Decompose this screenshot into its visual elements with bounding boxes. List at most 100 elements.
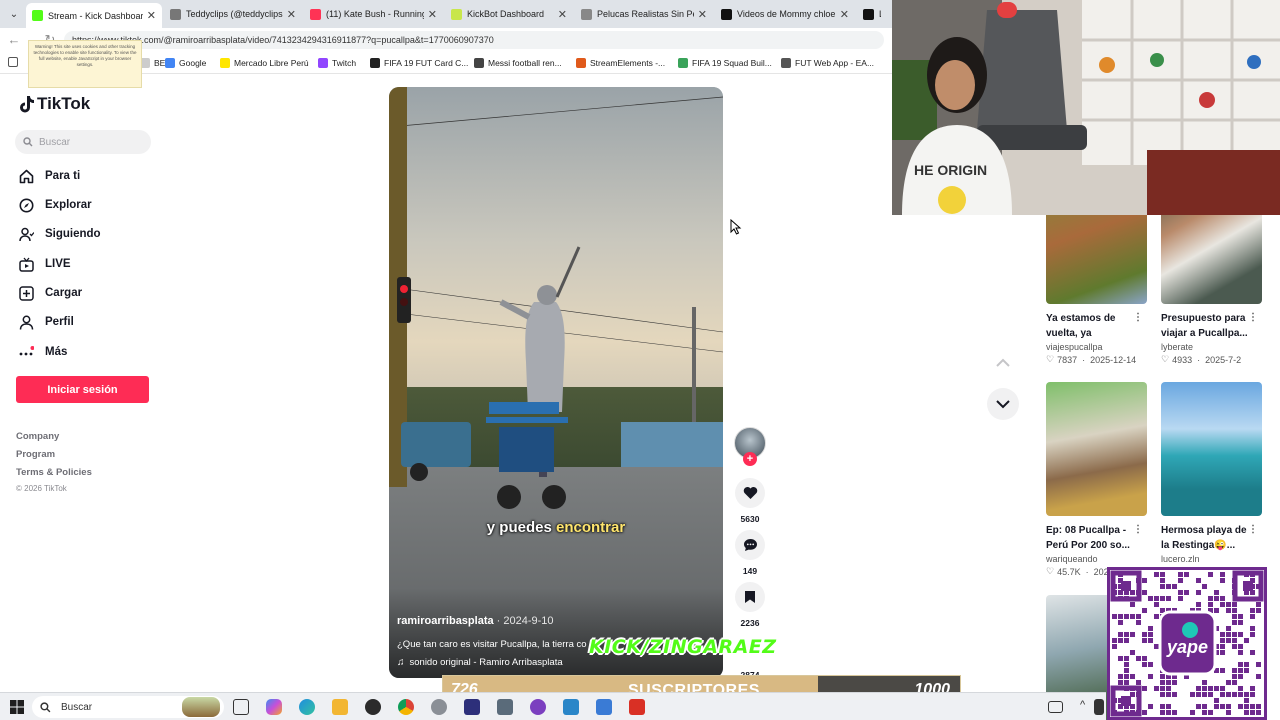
nav-label: Más bbox=[45, 346, 68, 358]
nav-item-live[interactable]: LIVE bbox=[18, 254, 71, 274]
file-explorer-icon[interactable] bbox=[332, 699, 348, 715]
bookmark-item[interactable]: FIFA 19 Squad Buil... bbox=[678, 56, 772, 70]
network-icon[interactable] bbox=[1094, 699, 1104, 715]
bookmark-item[interactable]: Messi football ren... bbox=[474, 56, 562, 70]
video-author[interactable]: ramiroarribasplata · 2024-9-10 bbox=[397, 615, 554, 627]
app-icon[interactable] bbox=[629, 699, 645, 715]
more-options-icon[interactable]: ⋮ bbox=[1133, 524, 1143, 535]
browser-tab[interactable]: Lo bbox=[857, 3, 887, 25]
back-icon[interactable]: ← bbox=[6, 32, 22, 48]
copilot-icon[interactable] bbox=[266, 699, 282, 715]
nav-item-mas[interactable]: Más bbox=[18, 342, 67, 362]
bookmark-item[interactable]: Twitch bbox=[318, 56, 356, 70]
tab-close-icon[interactable]: ✕ bbox=[287, 8, 296, 21]
tab-close-icon[interactable]: ✕ bbox=[147, 9, 156, 22]
browser-tab[interactable]: Teddyclips (@teddyclips2) | ✕ bbox=[164, 3, 302, 25]
task-view-icon[interactable] bbox=[233, 699, 249, 715]
related-video-card[interactable]: Ep: 08 Pucallpa - Perú Por 200 so... ⋮ w… bbox=[1046, 382, 1147, 577]
heart-outline-icon: ♡ bbox=[1161, 354, 1170, 364]
chevron-up-icon[interactable]: ^ bbox=[1080, 699, 1085, 711]
next-video-button[interactable] bbox=[987, 388, 1019, 420]
video-player[interactable]: y puedes encontrar ramiroarribasplata · … bbox=[389, 87, 723, 678]
save-button[interactable] bbox=[735, 582, 765, 612]
tab-favicon-icon bbox=[310, 8, 321, 20]
bookmark-label: Messi football ren... bbox=[488, 58, 562, 68]
search-input[interactable]: Buscar bbox=[15, 130, 151, 154]
app-icon[interactable] bbox=[596, 699, 612, 715]
heart-outline-icon: ♡ bbox=[1046, 566, 1055, 576]
related-author: viajespucallpa bbox=[1046, 342, 1103, 352]
taskbar-search[interactable]: Buscar bbox=[32, 696, 224, 718]
app-icon[interactable] bbox=[365, 699, 381, 715]
qr-pattern: yape bbox=[1110, 570, 1264, 717]
url-field[interactable]: https://www.tiktok.com/@ramiroarribaspla… bbox=[64, 31, 884, 49]
bookmarks-menu-icon[interactable] bbox=[8, 57, 18, 67]
tab-list-dropdown-icon[interactable]: ⌄ bbox=[4, 4, 24, 24]
nav-item-cargar[interactable]: Cargar bbox=[18, 283, 82, 303]
follow-plus-icon[interactable]: + bbox=[743, 452, 757, 466]
bookmark-item[interactable]: Mercado Libre Perú bbox=[220, 56, 309, 70]
windows-start-icon[interactable] bbox=[10, 700, 24, 714]
tab-close-icon[interactable]: ✕ bbox=[698, 8, 707, 21]
more-options-icon[interactable]: ⋮ bbox=[1133, 312, 1143, 323]
bookmark-favicon-icon bbox=[474, 58, 484, 68]
comment-count: 149 bbox=[742, 566, 758, 576]
like-button[interactable] bbox=[735, 478, 765, 508]
tab-title: KickBot Dashboard bbox=[467, 9, 545, 19]
tab-title: Teddyclips (@teddyclips2) | bbox=[186, 9, 283, 19]
video-description[interactable]: ¿Que tan caro es visitar Pucallpa, la ti… bbox=[397, 639, 597, 650]
bookmark-item[interactable]: FIFA 19 FUT Card C... bbox=[370, 56, 468, 70]
edge-browser-icon[interactable] bbox=[299, 699, 315, 715]
browser-tab[interactable]: KickBot Dashboard ✕ bbox=[445, 3, 573, 25]
bookmark-item[interactable]: FUT Web App - EA... bbox=[781, 56, 874, 70]
comment-icon bbox=[743, 539, 757, 551]
video-sound[interactable]: ♫ sonido original - Ramiro Arribasplata bbox=[397, 657, 563, 668]
browser-tab[interactable]: Pelucas Realistas Sin Pegam ✕ bbox=[575, 3, 713, 25]
nav-label: Para ti bbox=[45, 170, 81, 182]
footer-link-company[interactable]: Company bbox=[16, 431, 59, 442]
chrome-icon[interactable] bbox=[398, 699, 414, 715]
related-video-card[interactable]: Hermosa playa de la Restinga😜... ⋮ lucer… bbox=[1161, 382, 1262, 564]
nav-item-explorar[interactable]: Explorar bbox=[18, 195, 92, 215]
nav-item-para-ti[interactable]: Para ti bbox=[18, 166, 80, 186]
music-note-icon: ♫ bbox=[397, 657, 405, 668]
settings-icon[interactable] bbox=[431, 699, 447, 715]
bookmark-item[interactable]: Google bbox=[165, 56, 206, 70]
bookmark-item[interactable]: BE bbox=[140, 56, 165, 70]
keyboard-icon[interactable] bbox=[1048, 701, 1063, 713]
nav-item-siguiendo[interactable]: Siguiendo bbox=[18, 224, 101, 244]
app-icon[interactable] bbox=[497, 699, 513, 715]
bookmark-item[interactable]: StreamElements -... bbox=[576, 56, 665, 70]
related-thumbnail bbox=[1161, 382, 1262, 516]
related-stats: ♡ 4933 · 2025-7-2 bbox=[1161, 354, 1242, 365]
tab-favicon-icon bbox=[721, 8, 732, 20]
login-button[interactable]: Iniciar sesión bbox=[16, 376, 149, 403]
tab-close-icon[interactable]: ✕ bbox=[558, 8, 567, 21]
previous-video-button[interactable] bbox=[987, 346, 1019, 378]
tab-title: Lo bbox=[879, 9, 881, 19]
copyright-text: © 2026 TikTok bbox=[16, 484, 67, 493]
browser-tab[interactable]: Videos de Mommy chloe (@ ✕ bbox=[715, 3, 855, 25]
tab-close-icon[interactable]: ✕ bbox=[840, 8, 849, 21]
comment-button[interactable] bbox=[735, 530, 765, 560]
more-icon bbox=[18, 344, 34, 360]
related-author: wariqueando bbox=[1046, 554, 1098, 564]
app-icon[interactable] bbox=[530, 699, 546, 715]
app-icon[interactable] bbox=[464, 699, 480, 715]
tiktok-logo[interactable]: TikTok bbox=[19, 94, 90, 114]
windows-taskbar: Buscar ^ bbox=[0, 692, 1106, 720]
tab-close-icon[interactable]: ✕ bbox=[428, 8, 437, 21]
nav-item-perfil[interactable]: Perfil bbox=[18, 312, 74, 332]
bookmark-favicon-icon bbox=[678, 58, 688, 68]
nav-label: Perfil bbox=[45, 316, 74, 328]
browser-tab[interactable]: Stream - Kick Dashboard ✕ bbox=[26, 3, 162, 28]
footer-link-program[interactable]: Program bbox=[16, 449, 55, 460]
app-icon[interactable] bbox=[563, 699, 579, 715]
related-title: Hermosa playa de la Restinga😜... bbox=[1161, 525, 1247, 551]
bookmark-label: Mercado Libre Perú bbox=[234, 58, 309, 68]
footer-link-terms[interactable]: Terms & Policies bbox=[16, 467, 92, 478]
browser-tab[interactable]: (11) Kate Bush - Running Up ✕ bbox=[304, 3, 443, 25]
related-likes: 7837 bbox=[1057, 354, 1078, 365]
more-options-icon[interactable]: ⋮ bbox=[1248, 312, 1258, 323]
more-options-icon[interactable]: ⋮ bbox=[1248, 524, 1258, 535]
